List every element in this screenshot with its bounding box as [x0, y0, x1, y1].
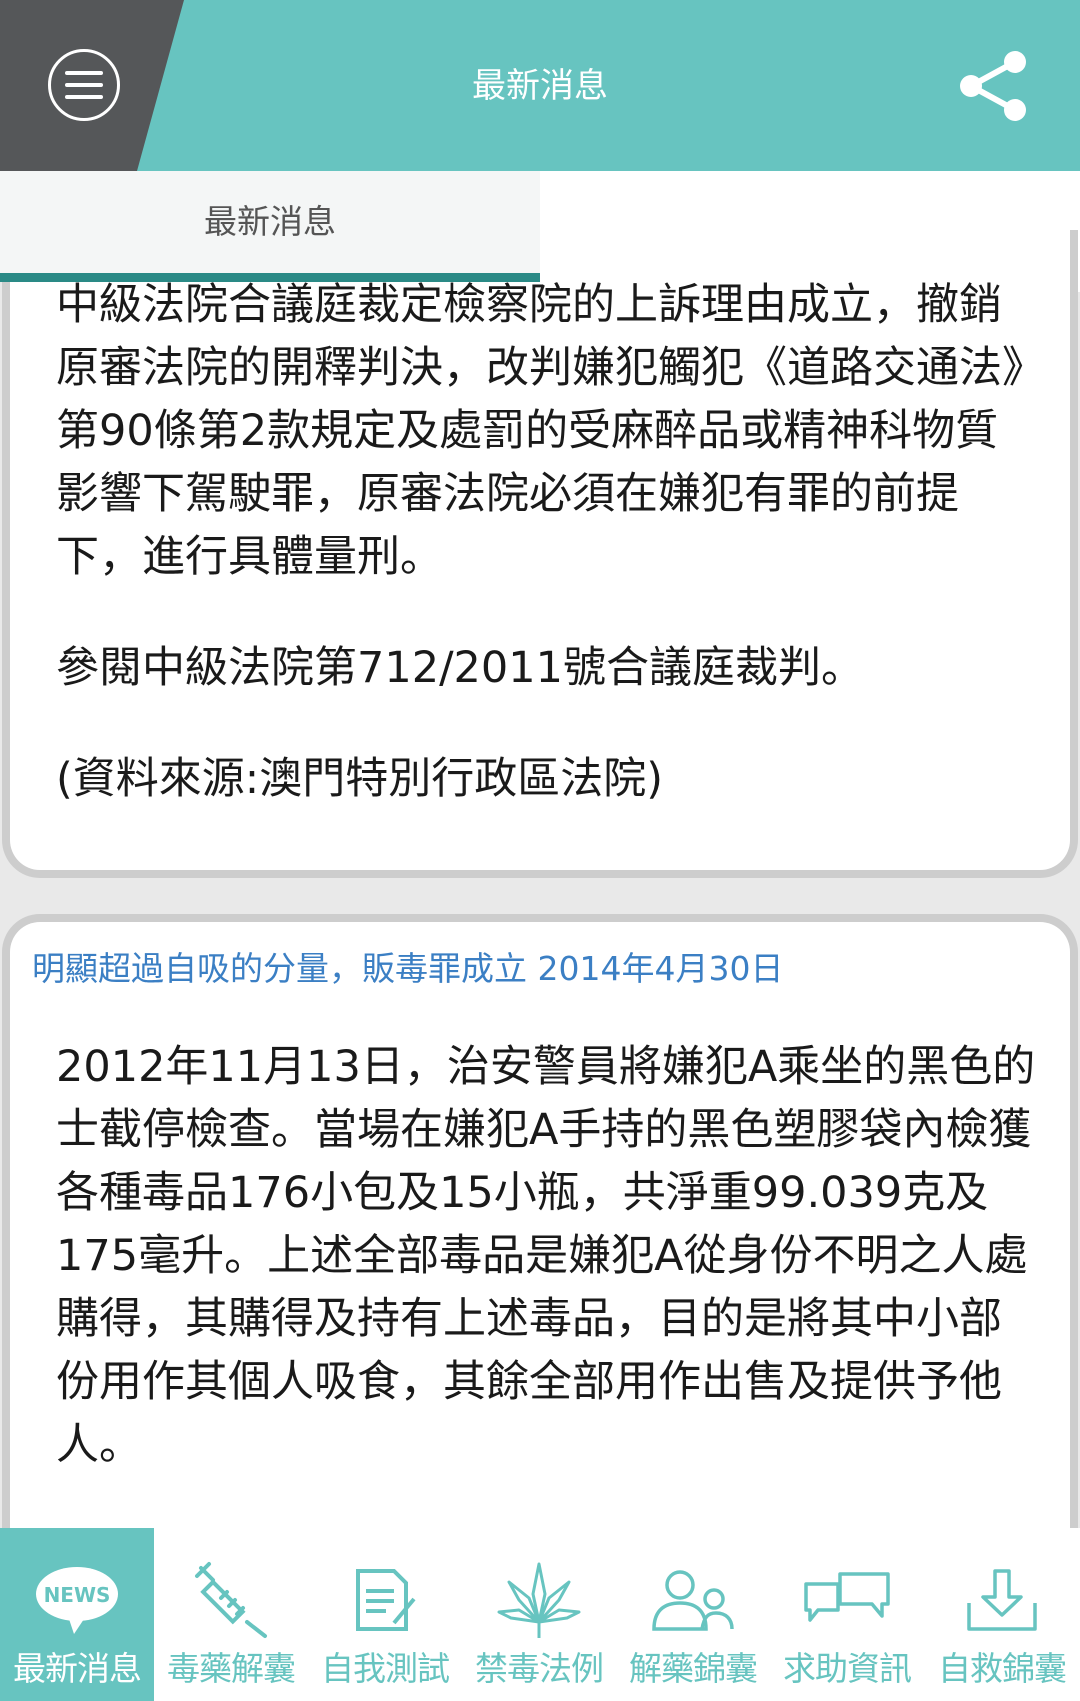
bottom-nav: NEWS 最新消息 毒藥解囊 自我測試 禁毒法例 解藥錦囊 求助資訊 自救錦囊 [0, 1528, 1080, 1701]
nav-label: 毒藥解囊 [167, 1649, 296, 1688]
article-source: (資料來源:澳門特別行政區法院) [56, 754, 664, 804]
page-title: 最新消息 [472, 66, 608, 106]
nav-item-help-info[interactable]: 求助資訊 [770, 1528, 924, 1701]
syringe-icon [195, 1562, 267, 1638]
chat-bubbles-icon [804, 1572, 890, 1622]
people-icon [652, 1570, 734, 1631]
tab-latest-news[interactable]: 最新消息 [0, 171, 540, 282]
article-body: 中級法院合議庭裁定檢察院的上訴理由成立，撤銷原審法院的開釋判決，改判嫌犯觸犯《道… [56, 274, 1036, 859]
article-body: 2012年11月13日，治安警員將嫌犯A乘坐的黑色的士截停檢查。當場在嫌犯A手持… [56, 1042, 1036, 1470]
nav-item-self-rescue[interactable]: 自救錦囊 [924, 1528, 1080, 1701]
nav-label: 解藥錦囊 [629, 1649, 758, 1688]
news-badge-text: NEWS [44, 1583, 111, 1607]
document-pen-icon [356, 1569, 416, 1631]
nav-item-latest-news[interactable]: NEWS 最新消息 [0, 1528, 154, 1701]
news-card: 明顯超過自吸的分量，販毒罪成立 2014年4月30日 2012年11月13日，治… [2, 914, 1078, 1614]
news-card: 中級法院合議庭裁定檢察院的上訴理由成立，撤銷原審法院的開釋判決，改判嫌犯觸犯《道… [2, 230, 1078, 878]
nav-label: 最新消息 [13, 1649, 142, 1688]
nav-label: 求助資訊 [783, 1649, 912, 1688]
news-icon: NEWS [36, 1567, 118, 1634]
share-button[interactable] [956, 46, 1032, 126]
nav-label: 禁毒法例 [475, 1649, 604, 1688]
app-header: 最新消息 [0, 0, 1080, 171]
article-title-link[interactable]: 明顯超過自吸的分量，販毒罪成立 2014年4月30日 [32, 944, 1042, 994]
nav-item-antidote[interactable]: 解藥錦囊 [616, 1528, 770, 1701]
article-paragraph: 中級法院合議庭裁定檢察院的上訴理由成立，撤銷原審法院的開釋判決，改判嫌犯觸犯《道… [56, 280, 1024, 582]
download-icon [967, 1569, 1037, 1631]
nav-item-self-test[interactable]: 自我測試 [308, 1528, 462, 1701]
nav-item-drug-info[interactable]: 毒藥解囊 [154, 1528, 308, 1701]
cannabis-leaf-icon [497, 1562, 581, 1638]
article-paragraph: 參閱中級法院第712/2011號合議庭裁判。 [56, 643, 864, 693]
nav-label: 自救錦囊 [938, 1649, 1067, 1688]
menu-button[interactable] [48, 49, 120, 121]
share-icon [960, 51, 1026, 121]
hamburger-icon [65, 71, 103, 99]
nav-label: 自我測試 [321, 1649, 450, 1688]
nav-item-drug-law[interactable]: 禁毒法例 [462, 1528, 616, 1701]
